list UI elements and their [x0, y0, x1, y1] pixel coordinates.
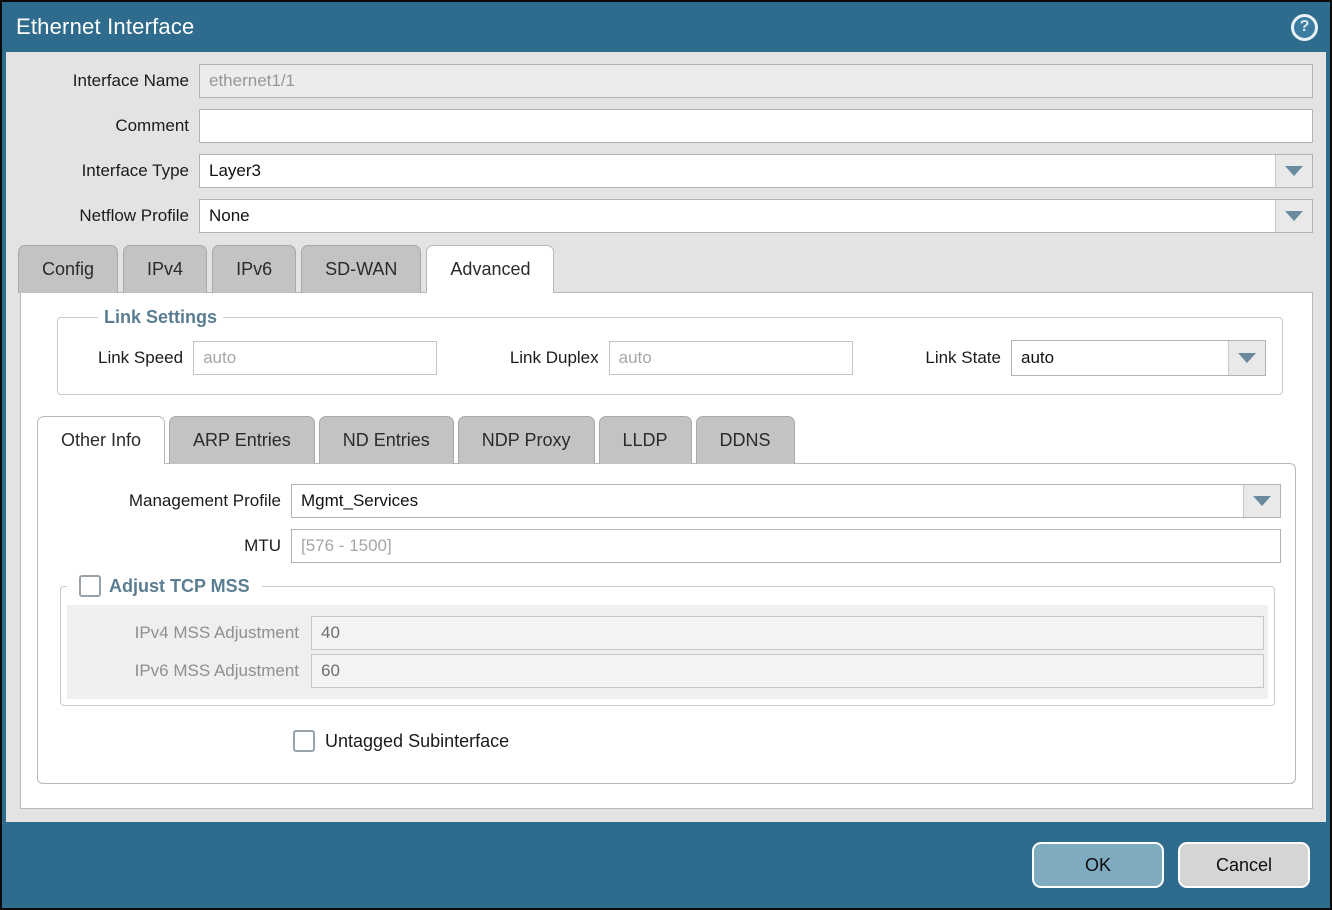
- ipv6-mss-label: IPv6 MSS Adjustment: [71, 661, 311, 681]
- sub-tabs: Other Info ARP Entries ND Entries NDP Pr…: [37, 416, 1296, 464]
- tab-ipv4[interactable]: IPv4: [123, 245, 207, 293]
- subtab-arp-entries[interactable]: ARP Entries: [169, 416, 315, 464]
- ipv4-mss-row: IPv4 MSS Adjustment: [71, 616, 1264, 650]
- tab-sdwan[interactable]: SD-WAN: [301, 245, 421, 293]
- link-settings-legend: Link Settings: [98, 307, 223, 328]
- advanced-tab-panel: Link Settings Link Speed Link Duplex Lin…: [20, 292, 1313, 809]
- tab-advanced[interactable]: Advanced: [426, 245, 554, 293]
- title-bar: Ethernet Interface ?: [2, 2, 1330, 52]
- subtab-ddns-label: DDNS: [720, 430, 771, 450]
- interface-type-dropdown[interactable]: Layer3: [199, 154, 1313, 188]
- link-speed-label: Link Speed: [98, 348, 193, 368]
- ethernet-interface-dialog: Ethernet Interface ? Interface Name Comm…: [0, 0, 1332, 910]
- link-speed-field[interactable]: [193, 341, 437, 375]
- link-state-value: auto: [1012, 341, 1228, 375]
- link-state-label: Link State: [925, 348, 1011, 368]
- netflow-profile-dropdown-button[interactable]: [1275, 200, 1312, 232]
- management-profile-dropdown-button[interactable]: [1243, 485, 1280, 517]
- comment-row: Comment: [6, 109, 1313, 143]
- untagged-subinterface-row: Untagged Subinterface: [293, 730, 1281, 752]
- subtab-lldp-label: LLDP: [623, 430, 668, 450]
- netflow-profile-label: Netflow Profile: [6, 206, 199, 226]
- chevron-down-icon: [1285, 211, 1303, 221]
- dialog-title: Ethernet Interface: [16, 14, 194, 40]
- tab-config[interactable]: Config: [18, 245, 118, 293]
- chevron-down-icon: [1285, 166, 1303, 176]
- interface-type-label: Interface Type: [6, 161, 199, 181]
- subtab-arp-entries-label: ARP Entries: [193, 430, 291, 450]
- netflow-profile-row: Netflow Profile None: [6, 199, 1313, 233]
- chevron-down-icon: [1253, 496, 1271, 506]
- management-profile-dropdown[interactable]: Mgmt_Services: [291, 484, 1281, 518]
- comment-label: Comment: [6, 116, 199, 136]
- ipv6-mss-field: [311, 654, 1264, 688]
- netflow-profile-value: None: [200, 200, 1275, 232]
- interface-type-value: Layer3: [200, 155, 1275, 187]
- subtab-other-info[interactable]: Other Info: [37, 416, 165, 464]
- tab-advanced-label: Advanced: [450, 259, 530, 279]
- help-icon[interactable]: ?: [1291, 14, 1318, 41]
- link-state-dropdown[interactable]: auto: [1011, 340, 1266, 376]
- dialog-footer: OK Cancel: [2, 822, 1330, 908]
- management-profile-row: Management Profile Mgmt_Services: [38, 484, 1281, 518]
- link-state-group: Link State auto: [925, 340, 1266, 376]
- cancel-button[interactable]: Cancel: [1178, 842, 1310, 888]
- tab-sdwan-label: SD-WAN: [325, 259, 397, 279]
- mtu-field[interactable]: [291, 529, 1281, 563]
- interface-type-dropdown-button[interactable]: [1275, 155, 1312, 187]
- ipv6-mss-row: IPv6 MSS Adjustment: [71, 654, 1264, 688]
- dialog-body: Interface Name Comment Interface Type La…: [6, 52, 1326, 822]
- adjust-tcp-mss-legend-text: Adjust TCP MSS: [109, 576, 250, 597]
- subtab-ndp-proxy[interactable]: NDP Proxy: [458, 416, 595, 464]
- adjust-tcp-mss-fieldset: Adjust TCP MSS IPv4 MSS Adjustment IPv6 …: [60, 575, 1275, 706]
- adjust-tcp-mss-checkbox[interactable]: [79, 575, 101, 597]
- interface-type-row: Interface Type Layer3: [6, 154, 1313, 188]
- interface-name-label: Interface Name: [6, 71, 199, 91]
- interface-name-row: Interface Name: [6, 64, 1313, 98]
- tab-ipv6[interactable]: IPv6: [212, 245, 296, 293]
- link-speed-group: Link Speed: [98, 341, 437, 375]
- interface-name-field: [199, 64, 1313, 98]
- link-settings-fieldset: Link Settings Link Speed Link Duplex Lin…: [57, 307, 1283, 395]
- tab-ipv4-label: IPv4: [147, 259, 183, 279]
- netflow-profile-dropdown[interactable]: None: [199, 199, 1313, 233]
- ok-button[interactable]: OK: [1032, 842, 1164, 888]
- dialog-frame: Ethernet Interface ? Interface Name Comm…: [2, 2, 1330, 908]
- untagged-subinterface-checkbox[interactable]: [293, 730, 315, 752]
- comment-field[interactable]: [199, 109, 1313, 143]
- ipv4-mss-label: IPv4 MSS Adjustment: [71, 623, 311, 643]
- link-settings-row: Link Speed Link Duplex Link State auto: [98, 340, 1266, 376]
- adjust-tcp-mss-legend: Adjust TCP MSS: [67, 575, 262, 597]
- management-profile-label: Management Profile: [38, 491, 291, 511]
- mtu-row: MTU: [38, 529, 1281, 563]
- tab-config-label: Config: [42, 259, 94, 279]
- subtab-nd-entries-label: ND Entries: [343, 430, 430, 450]
- subtab-ddns[interactable]: DDNS: [696, 416, 795, 464]
- link-state-dropdown-button[interactable]: [1228, 341, 1265, 375]
- subtab-ndp-proxy-label: NDP Proxy: [482, 430, 571, 450]
- link-duplex-group: Link Duplex: [510, 341, 853, 375]
- mtu-label: MTU: [38, 536, 291, 556]
- link-duplex-field[interactable]: [609, 341, 853, 375]
- mss-disabled-panel: IPv4 MSS Adjustment IPv6 MSS Adjustment: [67, 605, 1268, 699]
- subtab-nd-entries[interactable]: ND Entries: [319, 416, 454, 464]
- management-profile-value: Mgmt_Services: [292, 485, 1243, 517]
- ipv4-mss-field: [311, 616, 1264, 650]
- subtab-lldp[interactable]: LLDP: [599, 416, 692, 464]
- other-info-panel: Management Profile Mgmt_Services MTU: [37, 463, 1296, 784]
- chevron-down-icon: [1238, 353, 1256, 363]
- tab-ipv6-label: IPv6: [236, 259, 272, 279]
- subtab-other-info-label: Other Info: [61, 430, 141, 450]
- untagged-subinterface-label: Untagged Subinterface: [325, 731, 509, 752]
- link-duplex-label: Link Duplex: [510, 348, 609, 368]
- main-tabs: Config IPv4 IPv6 SD-WAN Advanced: [18, 245, 1313, 293]
